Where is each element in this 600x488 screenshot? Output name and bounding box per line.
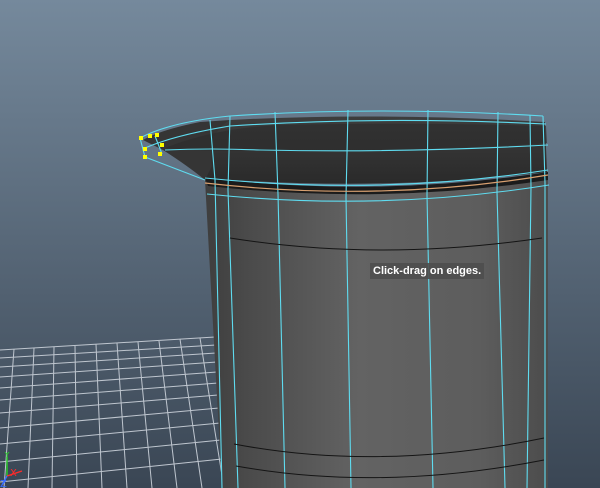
vertex-handle[interactable] [160, 143, 164, 147]
3d-viewport[interactable]: Click-drag on edges. Y X Z [0, 0, 600, 488]
vertex-handle[interactable] [143, 147, 147, 151]
viewport-scene[interactable] [0, 0, 600, 488]
z-axis-label: Z [0, 479, 7, 488]
mug-body[interactable] [205, 172, 548, 488]
vertex-handle[interactable] [155, 133, 159, 137]
axis-gizmo: Y X Z [0, 452, 23, 488]
tool-hint-tooltip: Click-drag on edges. [370, 263, 485, 279]
vertex-handle[interactable] [139, 136, 143, 140]
vertex-handle[interactable] [143, 155, 147, 159]
vertex-handle[interactable] [148, 134, 152, 138]
vertex-handle[interactable] [158, 152, 162, 156]
x-axis-label: X [10, 468, 17, 479]
y-axis-label: Y [3, 452, 11, 461]
